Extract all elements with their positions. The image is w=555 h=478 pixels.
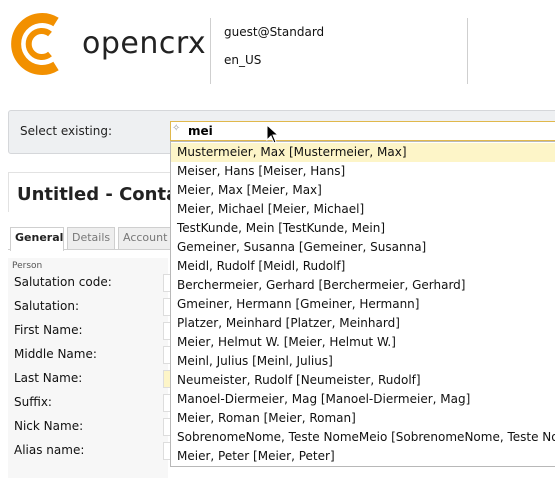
first-name-label: First Name: [14,323,83,337]
section-label: Person [12,261,43,271]
dropdown-item[interactable]: Berchermeier, Gerhard [Berchermeier, Ger… [171,276,555,295]
dropdown-item[interactable]: Meier, Peter [Meier, Peter] [171,447,555,466]
page-title: Untitled - Conta [17,184,179,205]
select-existing-label: Select existing: [20,124,112,138]
alias-name-label: Alias name: [14,443,85,457]
middle-name-label: Middle Name: [14,347,97,361]
logo-text: opencrx [82,26,207,61]
current-user[interactable]: guest@Standard [224,25,324,39]
dropdown-item[interactable]: Meier, Helmut W. [Meier, Helmut W.] [171,333,555,352]
salutation-code-label: Salutation code: [14,275,112,289]
dropdown-item[interactable]: Gemeiner, Susanna [Gemeiner, Susanna] [171,238,555,257]
locale-label[interactable]: en_US [224,53,261,67]
dropdown-item[interactable]: Meinl, Julius [Meinl, Julius] [171,352,555,371]
dropdown-item[interactable]: Manoel-Diermeier, Mag [Manoel-Diermeier,… [171,390,555,409]
opencrx-logo-icon[interactable] [10,8,70,80]
dropdown-item[interactable]: Neumeister, Rudolf [Neumeister, Rudolf] [171,371,555,390]
select-existing-input[interactable] [170,121,555,141]
dropdown-item[interactable]: SobrenomeNome, Teste NomeMeio [Sobrenome… [171,428,555,447]
header-divider [210,18,211,84]
dropdown-item[interactable]: Meier, Michael [Meier, Michael] [171,200,555,219]
header-divider [467,18,468,84]
dropdown-item[interactable]: TestKunde, Mein [TestKunde, Mein] [171,219,555,238]
tab-details[interactable]: Details [67,227,115,249]
mouse-cursor-icon [266,124,280,144]
autocomplete-dropdown: Mustermeier, Max [Mustermeier, Max] Meis… [170,141,555,467]
last-name-label: Last Name: [14,371,83,385]
autocomplete-icon: ✧ [172,123,181,134]
dropdown-item[interactable]: Gmeiner, Hermann [Gmeiner, Hermann] [171,295,555,314]
dropdown-item[interactable]: Meiser, Hans [Meiser, Hans] [171,162,555,181]
salutation-label: Salutation: [14,299,79,313]
dropdown-item[interactable]: Meier, Roman [Meier, Roman] [171,409,555,428]
tab-general[interactable]: General [10,227,64,251]
suffix-label: Suffix: [14,395,52,409]
tab-account[interactable]: Account [118,227,172,249]
dropdown-item[interactable]: Mustermeier, Max [Mustermeier, Max] [171,143,555,162]
nick-name-label: Nick Name: [14,419,84,433]
dropdown-item[interactable]: Platzer, Meinhard [Platzer, Meinhard] [171,314,555,333]
dropdown-item[interactable]: Meidl, Rudolf [Meidl, Rudolf] [171,257,555,276]
dropdown-item[interactable]: Meier, Max [Meier, Max] [171,181,555,200]
